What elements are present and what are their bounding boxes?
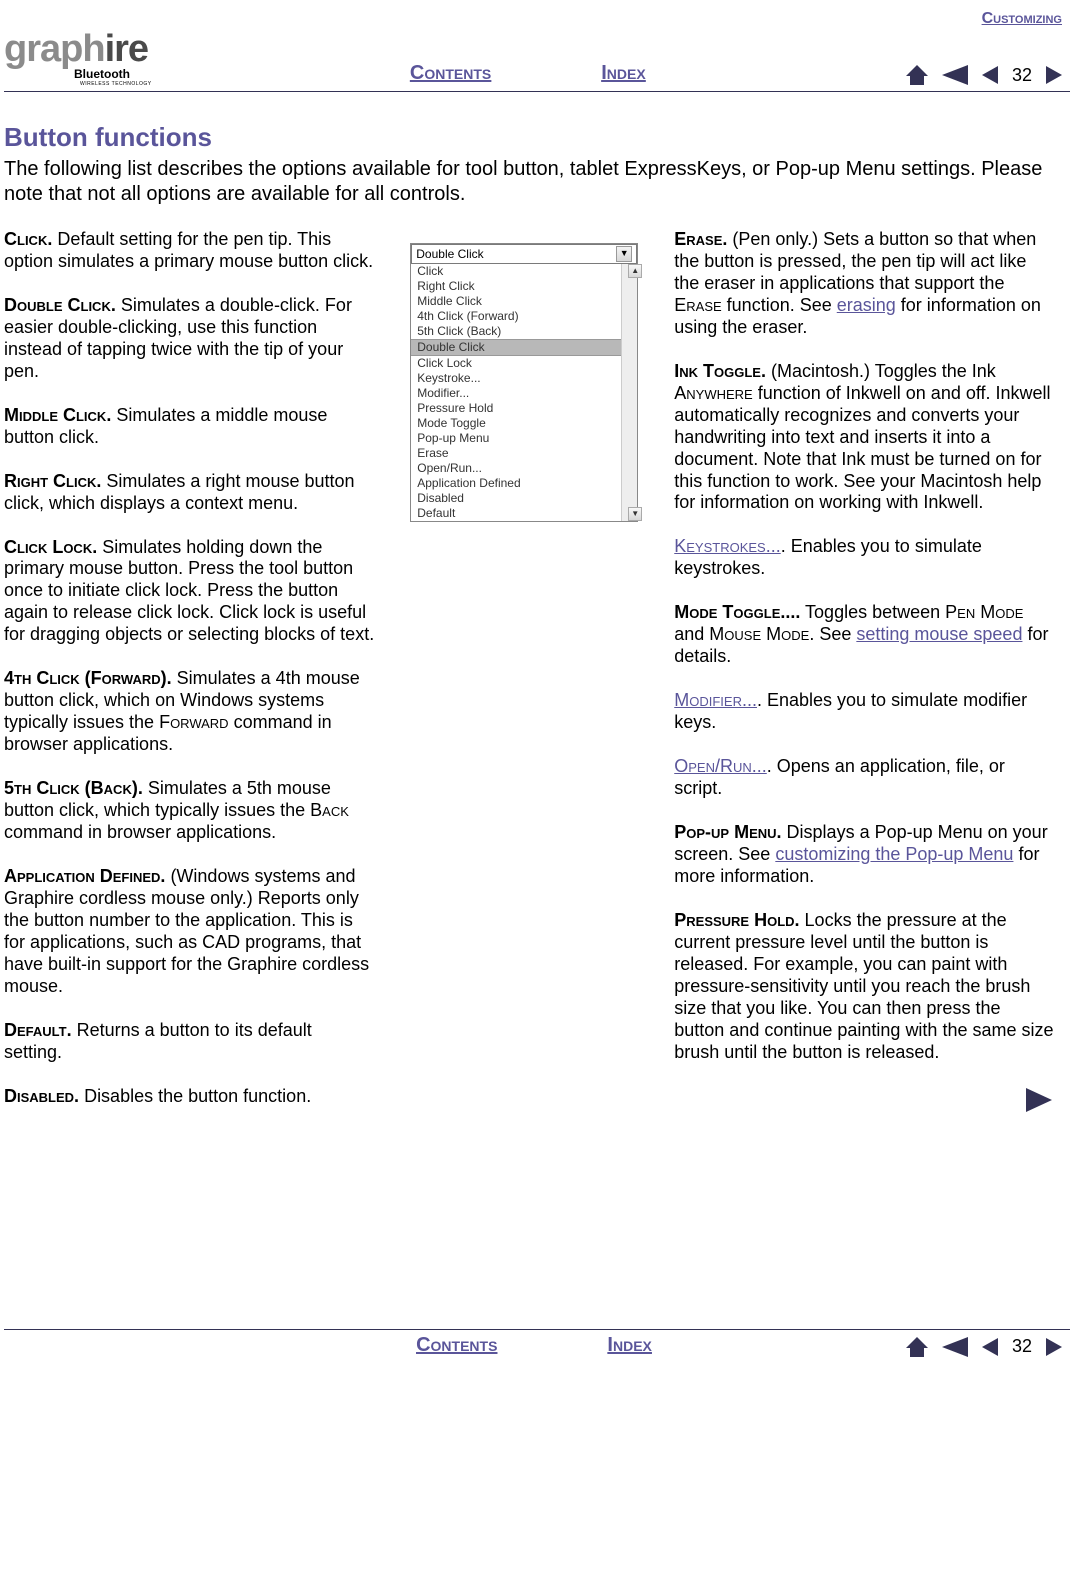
prev-page-icon-footer[interactable] [980,1336,1000,1358]
dropdown-option[interactable]: 5th Click (Back) [411,324,637,339]
logo-subsubtext: WIRELESS TECHNOLOGY [80,81,152,87]
dropdown-option[interactable]: Modifier... [411,386,637,401]
prev-page-icon[interactable] [980,64,1000,86]
dropdown-option[interactable]: Click Lock [411,356,637,371]
dropdown-option[interactable]: Disabled [411,491,637,506]
dropdown-option[interactable]: Mode Toggle [411,416,637,431]
logo-text-b: ire [105,28,148,70]
header-bar: graphire Bluetooth WIRELESS TECHNOLOGY C… [4,28,1070,92]
dropdown-option-highlighted[interactable]: Double Click [411,339,637,356]
dropdown-option[interactable]: Open/Run... [411,461,637,476]
item-click: Click. Default setting for the pen tip. … [4,229,374,273]
modifier-link[interactable]: Modifier... [674,690,757,710]
left-column: Click. Default setting for the pen tip. … [4,229,374,1119]
scroll-up-icon[interactable]: ▲ [628,264,642,278]
right-column: Erase. (Pen only.) Sets a button so that… [674,229,1054,1119]
logo-text-a: graph [4,28,105,70]
button-function-dropdown[interactable]: Double Click ▼ Click Right Click Middle … [410,243,638,522]
nav-contents-link[interactable]: Contents [410,62,491,85]
dropdown-option[interactable]: Keystroke... [411,371,637,386]
item-click-lock: Click Lock. Simulates holding down the p… [4,537,374,647]
back-big-icon-footer[interactable] [940,1335,970,1359]
mouse-speed-link[interactable]: setting mouse speed [856,624,1022,644]
home-icon[interactable] [904,63,930,87]
item-open-run: Open/Run.... Opens an application, file,… [674,756,1054,800]
item-modifier: Modifier.... Enables you to simulate mod… [674,690,1054,734]
item-keystrokes: Keystrokes.... Enables you to simulate k… [674,536,1054,580]
page-title: Button functions [4,122,1054,153]
page-number: 32 [1010,65,1034,86]
dropdown-option[interactable]: Click [411,264,637,279]
dropdown-selected-value: Double Click [416,247,483,261]
dropdown-option[interactable]: Pressure Hold [411,401,637,416]
dropdown-option[interactable]: 4th Click (Forward) [411,309,637,324]
item-5th-click: 5th Click (Back). Simulates a 5th mouse … [4,778,374,844]
footer-bar: Contents Index 32 [4,1329,1070,1363]
keystrokes-link[interactable]: Keystrokes... [674,536,780,556]
item-default: Default. Returns a button to its default… [4,1020,374,1064]
dropdown-option[interactable]: Default [411,506,637,521]
dropdown-option[interactable]: Right Click [411,279,637,294]
dropdown-option[interactable]: Pop-up Menu [411,431,637,446]
nav-index-link[interactable]: Index [601,62,645,85]
section-heading-link[interactable]: Customizing [982,10,1062,27]
item-ink-toggle: Ink Toggle. (Macintosh.) Toggles the Ink… [674,361,1054,515]
item-pressure-hold: Pressure Hold. Locks the pressure at the… [674,910,1054,1064]
item-app-defined: Application Defined. (Windows systems an… [4,866,374,998]
logo: graphire Bluetooth WIRELESS TECHNOLOGY [4,28,152,87]
next-page-icon[interactable] [1044,64,1064,86]
dropdown-option[interactable]: Middle Click [411,294,637,309]
item-mode-toggle: Mode Toggle.... Toggles between Pen Mode… [674,602,1054,668]
logo-subtext: Bluetooth [74,67,130,81]
dropdown-option[interactable]: Erase [411,446,637,461]
item-double-click: Double Click. Simulates a double-click. … [4,295,374,383]
intro-paragraph: The following list describes the options… [4,157,1054,207]
item-disabled: Disabled. Disables the button function. [4,1086,374,1108]
nav-contents-link-footer[interactable]: Contents [416,1334,497,1357]
page-number-footer: 32 [1010,1336,1034,1357]
next-page-icon-footer[interactable] [1044,1336,1064,1358]
item-right-click: Right Click. Simulates a right mouse but… [4,471,374,515]
back-big-icon[interactable] [940,63,970,87]
home-icon-footer[interactable] [904,1335,930,1359]
popup-menu-link[interactable]: customizing the Pop-up Menu [775,844,1013,864]
open-run-link[interactable]: Open/Run... [674,756,767,776]
dropdown-scrollbar[interactable]: ▲ ▼ [621,264,637,521]
dropdown-arrow-icon[interactable]: ▼ [616,246,632,262]
dropdown-option[interactable]: Application Defined [411,476,637,491]
item-popup-menu: Pop-up Menu. Displays a Pop-up Menu on y… [674,822,1054,888]
continue-next-page-icon[interactable] [1024,1086,1054,1114]
erasing-link[interactable]: erasing [837,295,896,315]
nav-index-link-footer[interactable]: Index [607,1334,651,1357]
scroll-down-icon[interactable]: ▼ [628,507,642,521]
item-4th-click: 4th Click (Forward). Simulates a 4th mou… [4,668,374,756]
item-erase: Erase. (Pen only.) Sets a button so that… [674,229,1054,339]
item-middle-click: Middle Click. Simulates a middle mouse b… [4,405,374,449]
dropdown-list[interactable]: Click Right Click Middle Click 4th Click… [411,264,637,521]
